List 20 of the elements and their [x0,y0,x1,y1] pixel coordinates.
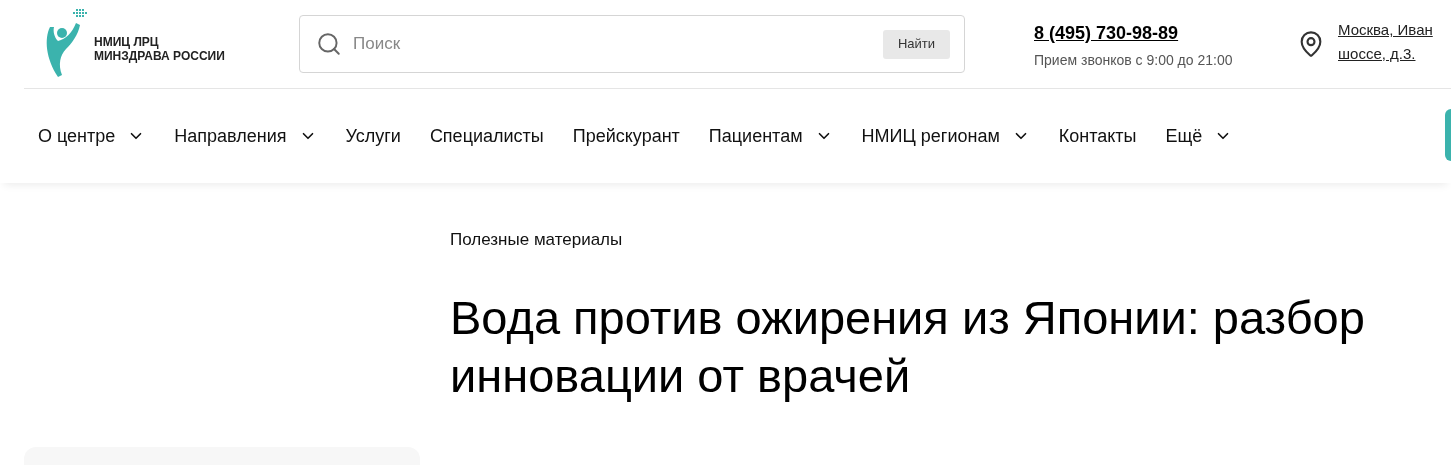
nav-item[interactable]: Услуги [345,122,401,150]
call-hours: Прием звонков с 9:00 до 21:00 [1034,50,1234,70]
search-icon [316,31,342,57]
nav-item[interactable]: Специалисты [429,122,544,150]
logo-text: МИНЗДРАВА РОССИИ [94,49,225,63]
logo-text: НМИЦ ЛРЦ [94,35,160,49]
nav-item[interactable]: Контакты [1058,122,1137,150]
article-title: Вода против ожирения из Японии: разбор инновации от врачей [450,289,1366,404]
nav-item[interactable]: Пациентам [708,122,833,150]
breadcrumb-link[interactable]: Полезные материалы [450,227,1450,253]
nav-item[interactable]: НМИЦ регионам [861,122,1030,150]
search-button[interactable]: Найти [882,29,950,59]
address-link[interactable]: шоссе, д.3. [1338,42,1433,66]
address-link[interactable]: Москва, Иван [1338,18,1433,42]
nav-item[interactable]: О центре [38,122,146,150]
nav-item[interactable]: Направления [174,122,317,150]
nav-item[interactable]: Ещё [1165,122,1233,150]
nav-item[interactable]: Прейскурант [572,122,680,150]
phone-link[interactable]: 8 (495) 730-98-89 [1034,21,1294,44]
search-field[interactable]: Поиск Найти [299,15,965,73]
